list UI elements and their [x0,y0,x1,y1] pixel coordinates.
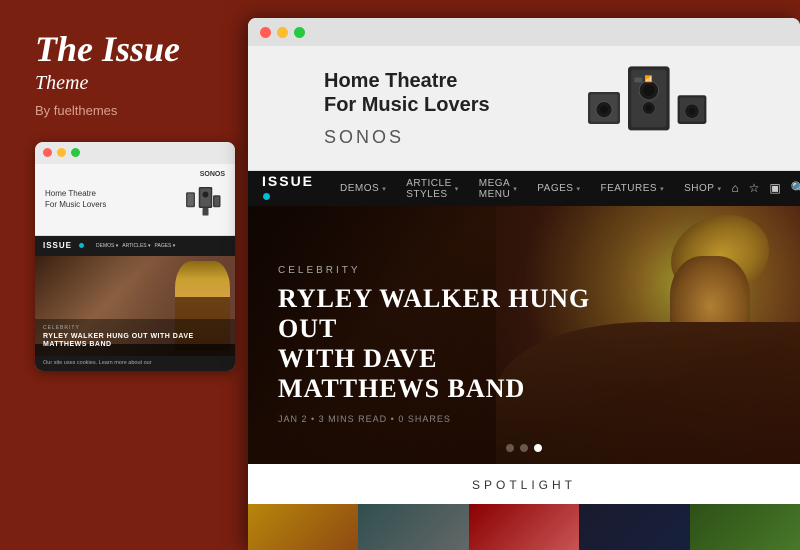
ad-content: Home Theatre For Music Lovers SONOS [304,58,744,158]
main-dot-yellow [277,27,288,38]
ad-text-block: Home Theatre For Music Lovers SONOS [324,69,490,148]
hero-meta: JAN 2 • 3 MINS READ • 0 SHARES [278,414,600,424]
nav-logo: ISSUE [262,173,314,205]
nav-items: DEMOS ▾ ARTICLE STYLES ▾ MEGA MENU ▾ PAG… [330,178,731,200]
ad-headline: Home Theatre For Music Lovers [324,69,490,117]
spotlight-img-5[interactable] [690,504,800,550]
main-titlebar [248,18,800,46]
mini-hero: CELEBRITY RYLEY WALKER HUNG OUT WITH DAV… [35,256,235,356]
main-dot-red [260,27,271,38]
mini-dot-red [43,148,52,157]
mini-dot-yellow [57,148,66,157]
search-icon[interactable]: 🔍 [791,181,800,196]
hero-content: CELEBRITY RYLEY WALKER HUNG OUT WITH DAV… [278,265,600,424]
mini-ad-banner: Home Theatre For Music Lovers SONOS [35,164,235,236]
mini-dot-green [71,148,80,157]
spotlight-img-4[interactable] [579,504,689,550]
nav-item-shop[interactable]: SHOP ▾ [674,178,731,200]
nav-item-article-styles[interactable]: ARTICLE STYLES ▾ [396,178,469,200]
svg-text:📶: 📶 [645,75,653,83]
mini-hero-title: RYLEY WALKER HUNG OUT WITH DAVE MATTHEWS… [43,333,227,350]
mini-nav-items: DEMOS ▾ ARTICLES ▾ PAGES ▾ [96,243,175,249]
hero-dots [506,444,542,452]
spotlight-img-2[interactable] [358,504,468,550]
hero-dot-2[interactable] [520,444,528,452]
mini-titlebar [35,142,235,164]
nav-item-pages[interactable]: PAGES ▾ [527,178,590,200]
hero-slider: CELEBRITY RYLEY WALKER HUNG OUT WITH DAV… [248,206,800,464]
nav-right: ⌂ ☆ ▣ 🔍 [731,181,800,196]
by-line: By fuelthemes [35,103,228,118]
nav-item-mega-menu[interactable]: MEGA MENU ▾ [469,178,527,200]
spotlight-img-3[interactable] [469,504,579,550]
mini-browser-preview: Home Theatre For Music Lovers SONOS [35,142,235,371]
hero-dot-3[interactable] [534,444,542,452]
mini-speaker-svg [180,182,225,222]
mini-ad-brand: SONOS [180,171,225,178]
ad-speaker-area: 📶 [564,58,724,158]
mini-navbar: ISSUE DEMOS ▾ ARTICLES ▾ PAGES ▾ [35,236,235,256]
mini-cookie: Our site uses cookies. Learn more about … [35,356,235,371]
main-navbar[interactable]: ISSUE DEMOS ▾ ARTICLE STYLES ▾ MEGA MENU… [248,171,800,206]
home-icon[interactable]: ⌂ [731,181,738,196]
main-browser: Home Theatre For Music Lovers SONOS [248,18,800,550]
mini-logo-dot [79,243,84,248]
mini-hero-category: CELEBRITY [43,325,227,331]
theme-title: The Issue Theme [35,30,228,95]
cart-icon[interactable]: ▣ [769,181,780,196]
nav-item-features[interactable]: FEATURES ▾ [590,178,674,200]
main-dot-green [294,27,305,38]
main-ad-banner: Home Theatre For Music Lovers SONOS [248,46,800,171]
hero-dot-1[interactable] [506,444,514,452]
spotlight-section: SPOTLIGHT [248,464,800,550]
spotlight-img-1[interactable] [248,504,358,550]
hero-category: CELEBRITY [278,265,600,276]
hero-title: RYLEY WALKER HUNG OUT WITH DAVE MATTHEWS… [278,284,600,404]
ad-brand: SONOS [324,127,490,148]
sidebar: The Issue Theme By fuelthemes Home Theat… [0,0,248,550]
spotlight-images [248,504,800,550]
bookmark-icon[interactable]: ☆ [749,181,760,196]
mini-ad-text: Home Theatre For Music Lovers [45,188,106,210]
speaker-svg: 📶 [564,58,724,158]
nav-item-demos[interactable]: DEMOS ▾ [330,178,396,200]
spotlight-title: SPOTLIGHT [248,478,800,492]
mini-logo: ISSUE [43,241,72,250]
nav-logo-dot [263,193,270,200]
